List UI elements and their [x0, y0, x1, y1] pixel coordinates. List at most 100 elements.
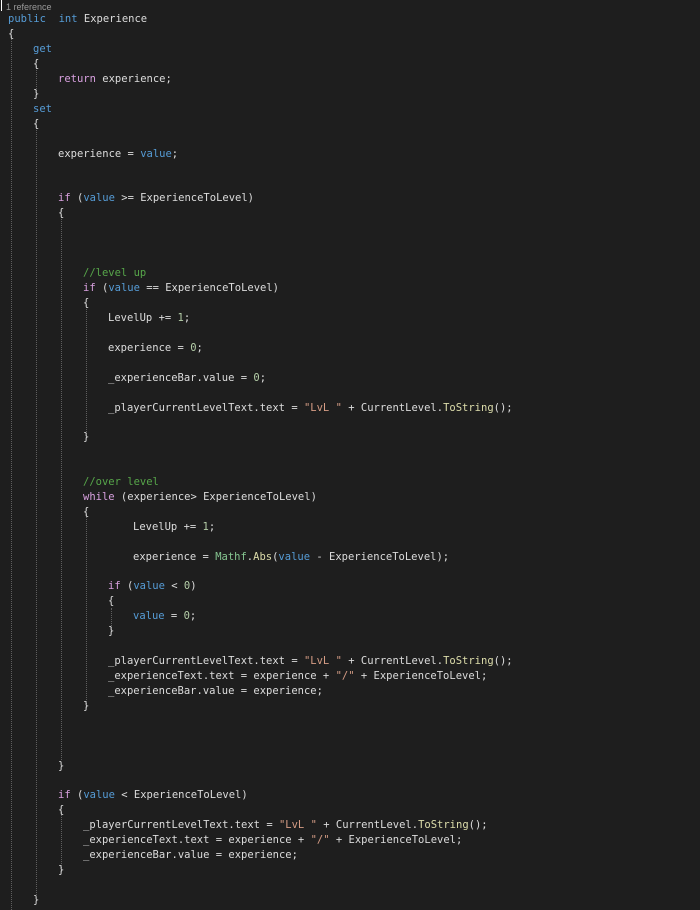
- code-token: + CurrentLevel.: [341, 655, 444, 667]
- code-line: }: [33, 87, 39, 102]
- code-token: ): [190, 580, 197, 592]
- code-line: if (value == ExperienceToLevel): [83, 281, 279, 296]
- code-token: _experienceText.text = experience +: [108, 670, 336, 682]
- code-token: }: [83, 700, 90, 712]
- code-token: set: [33, 103, 52, 115]
- code-token: "LvL ": [303, 655, 342, 667]
- code-line: _playerCurrentLevelText.text = "LvL " + …: [108, 654, 513, 669]
- indent-guide: [86, 514, 87, 708]
- code-token: _playerCurrentLevelText.text =: [108, 402, 304, 414]
- code-line: {: [33, 117, 39, 132]
- code-line: public int Experience: [8, 12, 147, 27]
- code-line: {: [58, 206, 64, 221]
- code-line: _experienceBar.value = experience;: [108, 684, 323, 699]
- code-token: {: [83, 297, 90, 309]
- code-token: "LvL ": [303, 402, 342, 414]
- code-token: {: [108, 595, 115, 607]
- code-token: value: [140, 148, 172, 160]
- code-token: ToString: [418, 819, 469, 831]
- code-token: return: [58, 73, 96, 85]
- code-line: value = 0;: [133, 609, 196, 624]
- code-token: (: [70, 192, 84, 204]
- code-line: _experienceText.text = experience + "/" …: [108, 669, 487, 684]
- code-token: ;: [171, 148, 179, 160]
- code-token: //over level: [83, 476, 159, 488]
- code-token: <: [164, 580, 184, 592]
- code-line: }: [58, 759, 64, 774]
- indent-guide: [36, 126, 37, 895]
- code-token: "/": [335, 670, 355, 682]
- code-line: }: [83, 430, 89, 445]
- code-token: value: [83, 192, 115, 204]
- code-line: if (value < 0): [108, 579, 197, 594]
- code-line: LevelUp += 1;: [133, 520, 215, 535]
- code-token: + CurrentLevel.: [341, 402, 444, 414]
- code-line: experience = value;: [58, 147, 178, 162]
- code-line: }: [58, 863, 64, 878]
- code-token: ToString: [443, 402, 494, 414]
- code-line: }: [33, 893, 39, 908]
- code-token: {: [58, 804, 65, 816]
- code-line: get: [33, 42, 52, 57]
- code-token: _experienceText.text = experience +: [83, 834, 311, 846]
- code-line: return experience;: [58, 72, 172, 87]
- code-token: < ExperienceToLevel): [114, 789, 248, 801]
- code-line: }: [83, 699, 89, 714]
- code-line: {: [33, 57, 39, 72]
- code-line: {: [8, 27, 14, 42]
- code-token: public: [8, 13, 46, 25]
- code-token: _playerCurrentLevelText.text =: [108, 655, 304, 667]
- code-line: _experienceBar.value = experience;: [83, 848, 298, 863]
- code-token: {: [33, 118, 40, 130]
- codelens-references[interactable]: 1 reference: [6, 2, 52, 12]
- code-line: {: [83, 505, 89, 520]
- code-line: //level up: [83, 266, 146, 281]
- code-token: - ExperienceToLevel);: [310, 551, 450, 563]
- code-line: {: [58, 803, 64, 818]
- code-line: }: [108, 624, 114, 639]
- code-line: _experienceBar.value = 0;: [108, 371, 266, 386]
- indent-guide: [11, 36, 12, 910]
- code-token: get: [33, 43, 52, 55]
- code-token: LevelUp +=: [108, 312, 178, 324]
- code-token: + CurrentLevel.: [316, 819, 419, 831]
- code-token: while: [83, 491, 115, 503]
- code-token: }: [108, 625, 115, 637]
- code-editor[interactable]: 1 reference public int Experience{get{re…: [0, 0, 700, 910]
- code-token: Experience: [77, 13, 148, 25]
- code-line: _experienceText.text = experience + "/" …: [83, 833, 462, 848]
- code-token: Abs: [253, 551, 273, 563]
- code-token: //level up: [83, 267, 147, 279]
- code-line: _playerCurrentLevelText.text = "LvL " + …: [83, 818, 488, 833]
- indent-guide: [86, 305, 87, 438]
- code-token: ();: [493, 402, 513, 414]
- code-token: }: [33, 88, 40, 100]
- code-token: int: [58, 13, 78, 25]
- code-token: _experienceBar.value = experience;: [83, 849, 298, 861]
- code-line: //over level: [83, 475, 159, 490]
- code-line: LevelUp += 1;: [108, 311, 190, 326]
- code-token: value: [108, 282, 140, 294]
- code-token: (: [70, 789, 84, 801]
- code-token: }: [83, 431, 90, 443]
- code-token: {: [58, 207, 65, 219]
- code-line: {: [108, 594, 114, 609]
- indent-guide: [61, 215, 62, 760]
- code-token: ;: [183, 312, 191, 324]
- code-token: _experienceBar.value =: [108, 372, 254, 384]
- code-line: {: [83, 296, 89, 311]
- code-token: (: [95, 282, 109, 294]
- code-token: experience =: [108, 342, 191, 354]
- code-token: }: [58, 760, 65, 772]
- code-line: while (experience> ExperienceToLevel): [83, 490, 317, 505]
- code-token: experience =: [133, 551, 216, 563]
- code-token: ;: [208, 521, 216, 533]
- code-token: {: [33, 58, 40, 70]
- code-token: "/": [310, 834, 330, 846]
- text-cursor: [1, 0, 2, 11]
- code-token: (experience> ExperienceToLevel): [114, 491, 317, 503]
- code-token: ;: [259, 372, 267, 384]
- code-token: if: [108, 580, 121, 592]
- code-token: }: [58, 864, 65, 876]
